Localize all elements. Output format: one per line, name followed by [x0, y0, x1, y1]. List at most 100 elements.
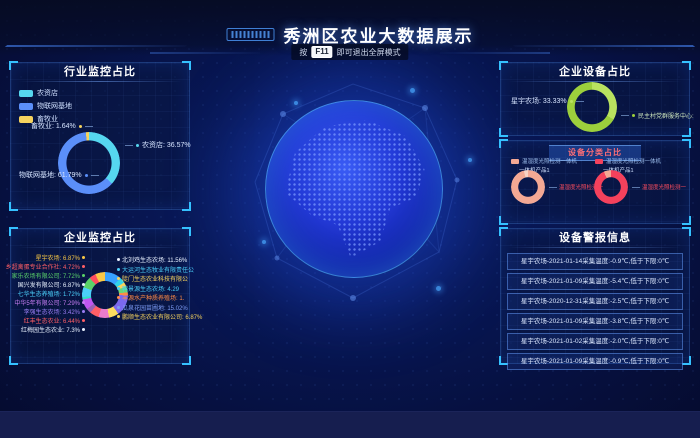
- panel-corner: [9, 202, 18, 211]
- legend-item[interactable]: 农资店: [19, 88, 72, 98]
- legend-item[interactable]: 温湿度光照检测一体机: [595, 157, 661, 165]
- panel-corner: [682, 356, 691, 365]
- panel-corner: [682, 139, 691, 148]
- alarm-list: 星宇农场-2021-01-14采集温度:-0.9℃,低于下限:0℃ 星宇农场-2…: [507, 253, 683, 373]
- panel-divider: [18, 247, 182, 248]
- glow-dot: [262, 240, 266, 244]
- label-dot: [82, 301, 85, 304]
- header: 秀洲区农业大数据展示 按 F11 即可退出全屏模式: [0, 0, 700, 56]
- header-accent-line: [150, 52, 260, 54]
- pie-label: 瓜泉花园苗圃地: 15.02%: [117, 303, 188, 312]
- footer-band: [0, 411, 700, 438]
- label-line: [549, 187, 557, 188]
- pie-label: 北刘鸡生态农场: 11.56%: [117, 255, 187, 264]
- globe-continents: [272, 107, 436, 271]
- label-dot: [82, 283, 85, 286]
- alarm-row[interactable]: 星宇农场-2020-12-31采集温度:-2.5℃,低于下限:0℃: [507, 293, 683, 310]
- legend-label: 物联网基地: [37, 101, 72, 111]
- panel-title: 设备警报信息: [501, 229, 689, 247]
- legend-swatch: [595, 159, 603, 164]
- label-dot: [82, 256, 85, 259]
- panel-title: 企业监控占比: [11, 229, 189, 247]
- label-dot: [85, 174, 88, 177]
- label-dot: [82, 319, 85, 322]
- label-dot: [79, 125, 82, 128]
- panel-enterprise-monitor: 企业监控占比 星宇农场: 6.87% 乡超禽蛋专业合作社: 4.72% 家乐农场…: [10, 228, 190, 364]
- glow-dot: [410, 88, 415, 93]
- pie-label: 民主村党群服务中心:: [621, 111, 694, 120]
- pie-label: 畜牧业: 1.64%: [31, 121, 93, 131]
- label-line: [91, 175, 99, 176]
- panel-corner: [182, 202, 191, 211]
- panel-corner: [499, 128, 508, 137]
- pie-label: 鹏顺生态农业有限公司: 6.87%: [117, 312, 202, 321]
- pie-label: 星宇农场: 6.87%: [36, 253, 85, 262]
- pie-label: 大运河生态牧业有限责任公: [117, 265, 194, 274]
- logo-badge: [227, 28, 275, 41]
- pie-label: 中华5年有限公司: 7.29%: [14, 298, 85, 307]
- panel-corner: [182, 227, 191, 236]
- panel-title: 企业设备占比: [501, 63, 689, 81]
- device-ratio-donut-chart[interactable]: [567, 82, 617, 132]
- label-dot: [117, 287, 120, 290]
- panel-corner: [499, 216, 508, 225]
- label-dot: [82, 310, 85, 313]
- pie-label: 李强生态农场: 3.42%: [24, 307, 85, 316]
- panel-corner: [9, 61, 18, 70]
- label-line: [621, 115, 629, 116]
- panel-title: 行业监控占比: [11, 63, 189, 81]
- panel-corner: [682, 61, 691, 70]
- pie-label: 陡门生态农业科技有限公: [117, 274, 188, 283]
- label-dot: [632, 114, 635, 117]
- legend-item[interactable]: 温湿度光照检测一体机: [511, 157, 577, 165]
- glow-dot: [468, 158, 472, 162]
- pie-label: 物联网基地: 61.79%: [19, 170, 99, 180]
- panel-industry-monitor: 行业监控占比 农资店 物联网基地 畜牧业 畜牧业: 1.64% 农资店: 36.…: [10, 62, 190, 210]
- label-line: [125, 145, 133, 146]
- hint-suffix: 即可退出全屏模式: [337, 47, 401, 58]
- glow-dot: [436, 286, 441, 291]
- label-line: [632, 187, 640, 188]
- legend-item[interactable]: 物联网基地: [19, 101, 72, 111]
- panel-corner: [182, 356, 191, 365]
- alarm-row[interactable]: 星宇农场-2021-01-09采集温度:-5.4℃,低于下限:0℃: [507, 273, 683, 290]
- industry-donut-chart[interactable]: [58, 132, 120, 194]
- pie-label: 温湿度光照检测一: [632, 183, 686, 191]
- device-class-donut-left[interactable]: [511, 170, 545, 204]
- panel-corner: [499, 61, 508, 70]
- panel-corner: [9, 227, 18, 236]
- alarm-row[interactable]: 星宇农场-2021-01-02采集温度:-2.0℃,低于下限:0℃: [507, 333, 683, 350]
- legend-label: 温湿度光照检测一体机: [522, 157, 577, 165]
- glow-dot: [294, 101, 298, 105]
- alarm-row[interactable]: 星宇农场-2021-01-14采集温度:-0.9℃,低于下限:0℃: [507, 253, 683, 270]
- device-class-donut-right[interactable]: [594, 170, 628, 204]
- label-dot: [570, 100, 573, 103]
- header-accent-line: [440, 52, 550, 54]
- panel-divider: [18, 81, 182, 82]
- pie-label: 鸭景源生态农场: 4.29: [117, 284, 179, 293]
- f11-keycap: F11: [311, 46, 332, 58]
- pie-label: 乡超禽蛋专业合作社: 4.72%: [6, 262, 85, 271]
- label-dot: [82, 265, 85, 268]
- pie-label: 丰源水产种质养殖场: 1.: [117, 293, 184, 302]
- pie-label: 红梅园生态农业: 7.3%: [21, 325, 85, 334]
- label-dot: [136, 144, 139, 147]
- panel-device-class: 设备分类占比 温湿度光照检测一体机 一体机产品1 温湿度光照检测一 温湿度光照检…: [500, 140, 690, 224]
- label-dot: [117, 315, 120, 318]
- alarm-row[interactable]: 星宇农场-2021-01-09采集温度:-0.9℃,低于下限:0℃: [507, 353, 683, 370]
- panel-device-ratio: 企业设备占比 星宇农场: 33.33% 民主村党群服务中心:: [500, 62, 690, 136]
- panel-corner: [499, 139, 508, 148]
- fullscreen-hint: 按 F11 即可退出全屏模式: [291, 44, 408, 60]
- panel-corner: [9, 356, 18, 365]
- legend-swatch: [19, 103, 33, 110]
- pie-label: 星宇农场: 33.33%: [511, 96, 584, 106]
- alarm-row[interactable]: 星宇农场-2021-01-09采集温度:-3.8℃,低于下限:0℃: [507, 313, 683, 330]
- header-accent-line: [5, 45, 187, 47]
- pie-label: 农资店: 36.57%: [125, 140, 191, 150]
- legend-swatch: [511, 159, 519, 164]
- header-accent-line: [513, 45, 695, 47]
- label-dot: [117, 296, 120, 299]
- enterprise-labels-left: 星宇农场: 6.87% 乡超禽蛋专业合作社: 4.72% 家乐农场有限公司: 7…: [13, 253, 85, 327]
- label-line: [576, 101, 584, 102]
- panel-device-alarms: 设备警报信息 星宇农场-2021-01-14采集温度:-0.9℃,低于下限:0℃…: [500, 228, 690, 364]
